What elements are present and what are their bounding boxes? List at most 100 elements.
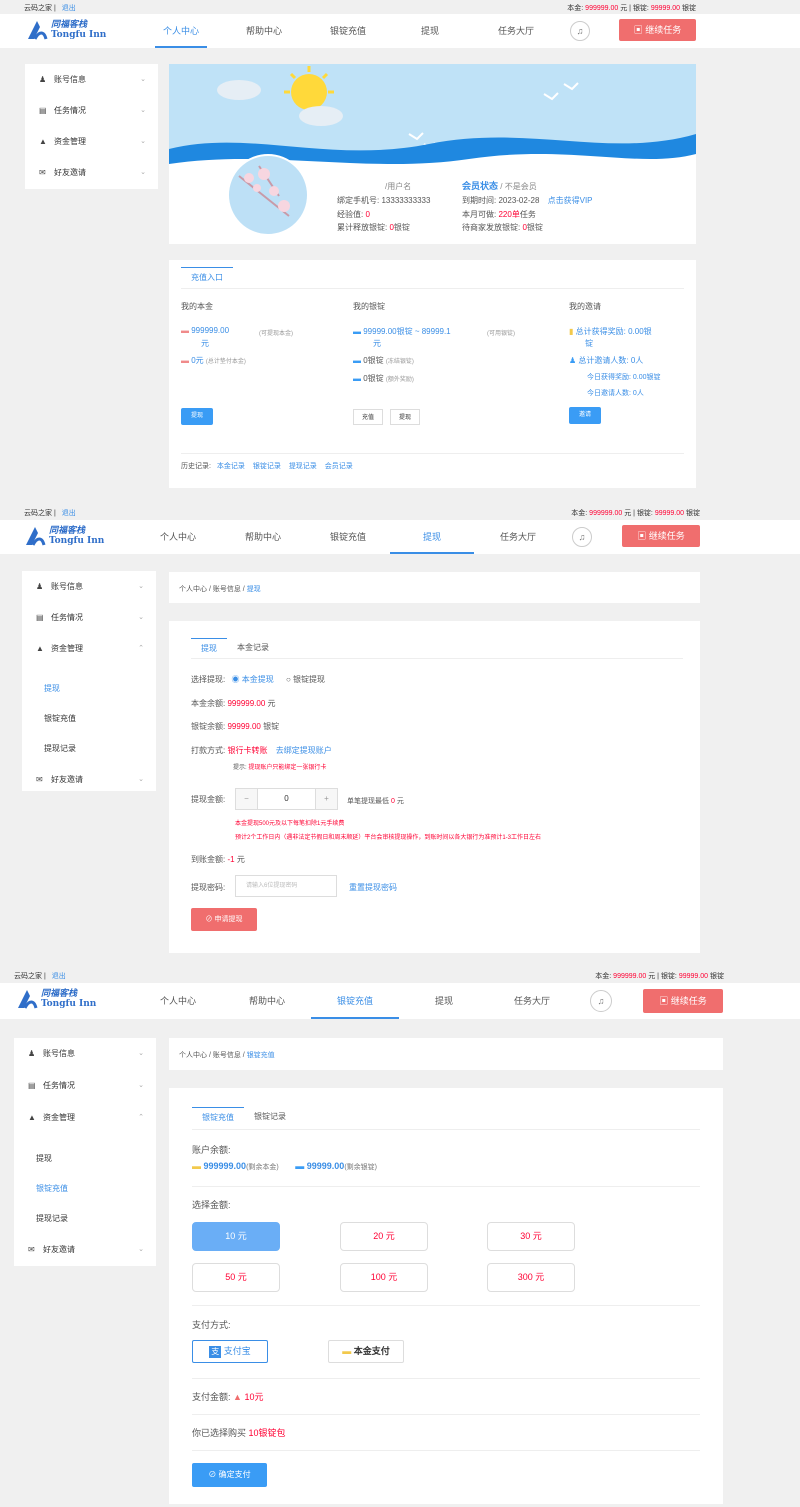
logout-link[interactable]: 退出 [62, 510, 76, 517]
principal-available-note: (可提现本金) [259, 331, 293, 337]
sidebar-item-tasks[interactable]: ▤ 任务情况 ⌄ [22, 602, 156, 633]
history-withdraw-link[interactable]: 提现记录 [289, 463, 317, 470]
nav-help-center[interactable]: 帮助中心 [237, 520, 289, 554]
screen-personal-center: 云码之家 | 退出 本金: 999999.00 元 | 银锭: 99999.00… [0, 0, 800, 497]
history-ingot-link[interactable]: 银锭记录 [253, 463, 281, 470]
get-vip-link[interactable]: 点击获得VIP [548, 196, 593, 205]
ingot-balance-note: (剩余银锭) [344, 1164, 377, 1171]
principal-value: 999999.00 [589, 510, 623, 517]
sidebar-item-tasks[interactable]: ▤ 任务情况 ⌄ [14, 1070, 156, 1102]
nav-task-hall[interactable]: 任务大厅 [490, 14, 542, 48]
history-member-link[interactable]: 会员记录 [325, 463, 353, 470]
amount-option-300[interactable]: 300 元 [487, 1263, 575, 1292]
principal-pay-option[interactable]: ▬ 本金支付 [328, 1340, 404, 1363]
tab-principal-records[interactable]: 本金记录 [227, 638, 279, 658]
withdraw-button[interactable]: 提现 [181, 408, 213, 425]
amount-input[interactable]: 0 [258, 789, 315, 809]
tab-recharge-entry[interactable]: 充值入口 [181, 267, 233, 287]
amount-option-20[interactable]: 20 元 [340, 1222, 428, 1251]
nav-task-hall[interactable]: 任务大厅 [492, 520, 544, 554]
amount-option-100[interactable]: 100 元 [340, 1263, 428, 1292]
invite-button[interactable]: 邀请 [569, 407, 601, 424]
screen-ingot-recharge: 云码之家 | 退出 本金: 999999.00 元 | 银锭: 99999.00… [0, 965, 800, 1507]
assets-card: 充值入口 我的本金 ▬ 999999.00 元 (可提现本金) ▬ 0元 (总计… [169, 260, 696, 488]
nav-personal-center[interactable]: 个人中心 [152, 983, 204, 1019]
sidebar-sub-ingot-recharge[interactable]: 银锭充值 [14, 1174, 156, 1204]
sidebar-sub-withdraw[interactable]: 提现 [14, 1144, 156, 1174]
sidebar-item-invite[interactable]: ✉ 好友邀请 ⌄ [14, 1234, 156, 1266]
nav-task-hall[interactable]: 任务大厅 [506, 983, 558, 1019]
sidebar-item-invite[interactable]: ✉ 好友邀请 ⌄ [22, 764, 156, 795]
radio-principal[interactable]: ◉ 本金提现 [231, 675, 273, 684]
bell-icon[interactable]: ♫ [590, 990, 612, 1012]
tab-withdraw[interactable]: 提现 [191, 638, 227, 658]
sidebar-sub-withdraw-records[interactable]: 提现记录 [22, 734, 156, 764]
radio-ingot[interactable]: ○ 银锭提现 [286, 675, 325, 684]
sidebar-label: 任务情况 [51, 613, 83, 622]
main-nav: 同福客栈 Tongfu Inn 个人中心 帮助中心 银锭充值 提现 任务大厅 ♫ … [0, 520, 800, 554]
sidebar-item-account[interactable]: ♟ 账号信息 ⌄ [25, 64, 158, 95]
nav-ingot-recharge[interactable]: 银锭充值 [322, 520, 374, 554]
nav-help-center[interactable]: 帮助中心 [238, 14, 290, 48]
tab-ingot-records[interactable]: 银锭记录 [244, 1107, 296, 1127]
ingot-withdraw-button[interactable]: 提现 [390, 409, 420, 425]
tab-ingot-recharge[interactable]: 银锭充值 [192, 1107, 244, 1127]
quantity-stepper[interactable]: − 0 + [235, 788, 338, 810]
alipay-option[interactable]: 支 支付宝 [192, 1340, 268, 1363]
sidebar-item-funds[interactable]: ▲ 资金管理 ⌃ [22, 633, 156, 664]
logout-link[interactable]: 退出 [52, 973, 66, 980]
recharge-button[interactable]: 充值 [353, 409, 383, 425]
continue-task-button[interactable]: ▣ 继续任务 [619, 19, 696, 41]
sidebar-item-funds[interactable]: ▲ 资金管理 ⌃ [14, 1102, 156, 1134]
nav-ingot-recharge[interactable]: 银锭充值 [322, 14, 374, 48]
amount-option-50[interactable]: 50 元 [192, 1263, 280, 1292]
breadcrumb-path[interactable]: 个人中心 / 账号信息 / [179, 1052, 245, 1059]
sidebar-item-tasks[interactable]: ▤ 任务情况 ⌄ [25, 95, 158, 126]
bind-account-link[interactable]: 去绑定提现账户 [276, 746, 332, 755]
continue-task-button[interactable]: ▣ 继续任务 [622, 525, 700, 547]
principal-value: 999999.00 [613, 973, 647, 980]
logout-link[interactable]: 退出 [62, 5, 76, 12]
sidebar-item-account[interactable]: ♟ 账号信息 ⌄ [14, 1038, 156, 1070]
continue-task-label: 继续任务 [645, 25, 682, 35]
amount-option-30[interactable]: 30 元 [487, 1222, 575, 1251]
logo-text-cn: 同福客栈 [49, 526, 86, 536]
nav-personal-center[interactable]: 个人中心 [152, 520, 204, 554]
sidebar-item-funds[interactable]: ▲ 资金管理 ⌄ [25, 126, 158, 157]
plus-button[interactable]: + [315, 789, 337, 809]
nav-personal-center[interactable]: 个人中心 [155, 14, 207, 48]
sidebar-sub-withdraw[interactable]: 提现 [22, 674, 156, 704]
logo[interactable]: 同福客栈 Tongfu Inn [24, 525, 104, 547]
ingot-unit: 银锭 [686, 510, 700, 517]
confirm-pay-button[interactable]: ⊘ 确定支付 [192, 1463, 267, 1487]
logo-text-cn: 同福客栈 [51, 20, 88, 30]
sidebar-item-invite[interactable]: ✉ 好友邀请 ⌄ [25, 157, 158, 188]
processing-warning: 预计2个工作日内（遇非法定节假日和周末顺延）平台会审核提现操作，到账时间以各大银… [235, 835, 542, 841]
nav-withdraw[interactable]: 提现 [424, 983, 464, 1019]
reset-password-link[interactable]: 重置提现密码 [349, 882, 397, 893]
minus-button[interactable]: − [236, 789, 258, 809]
amount-option-10[interactable]: 10 元 [192, 1222, 280, 1251]
logo[interactable]: 同福客栈 Tongfu Inn [16, 988, 96, 1010]
logo[interactable]: 同福客栈 Tongfu Inn [26, 19, 106, 41]
principal-available: 999999.00 [191, 326, 230, 335]
nav-withdraw[interactable]: 提现 [410, 14, 450, 48]
password-input[interactable]: 请输入6位提现密码 [235, 875, 337, 897]
bell-icon[interactable]: ♫ [570, 21, 590, 41]
nav-withdraw[interactable]: 提现 [390, 520, 474, 554]
apply-withdraw-button[interactable]: ⊘ 申请提现 [191, 908, 257, 931]
sidebar-item-account[interactable]: ♟ 账号信息 ⌄ [22, 571, 156, 602]
sidebar-sub-withdraw-records[interactable]: 提现记录 [14, 1204, 156, 1234]
bell-icon[interactable]: ♫ [572, 527, 592, 547]
list-icon: ▤ [39, 106, 47, 115]
ingot-unit: 银锭 [682, 5, 696, 12]
history-principal-link[interactable]: 本金记录 [217, 463, 245, 470]
sidebar-sub-ingot-recharge[interactable]: 银锭充值 [22, 704, 156, 734]
phone-label: 绑定手机号: [337, 196, 380, 205]
blue-ingot-icon: ▬ [295, 1161, 305, 1171]
breadcrumb-path[interactable]: 个人中心 / 账号信息 / [179, 586, 245, 593]
nav-help-center[interactable]: 帮助中心 [241, 983, 293, 1019]
nav-ingot-recharge[interactable]: 银锭充值 [311, 983, 399, 1019]
sidebar-label: 好友邀请 [51, 775, 83, 784]
continue-task-button[interactable]: ▣ 继续任务 [643, 989, 723, 1013]
